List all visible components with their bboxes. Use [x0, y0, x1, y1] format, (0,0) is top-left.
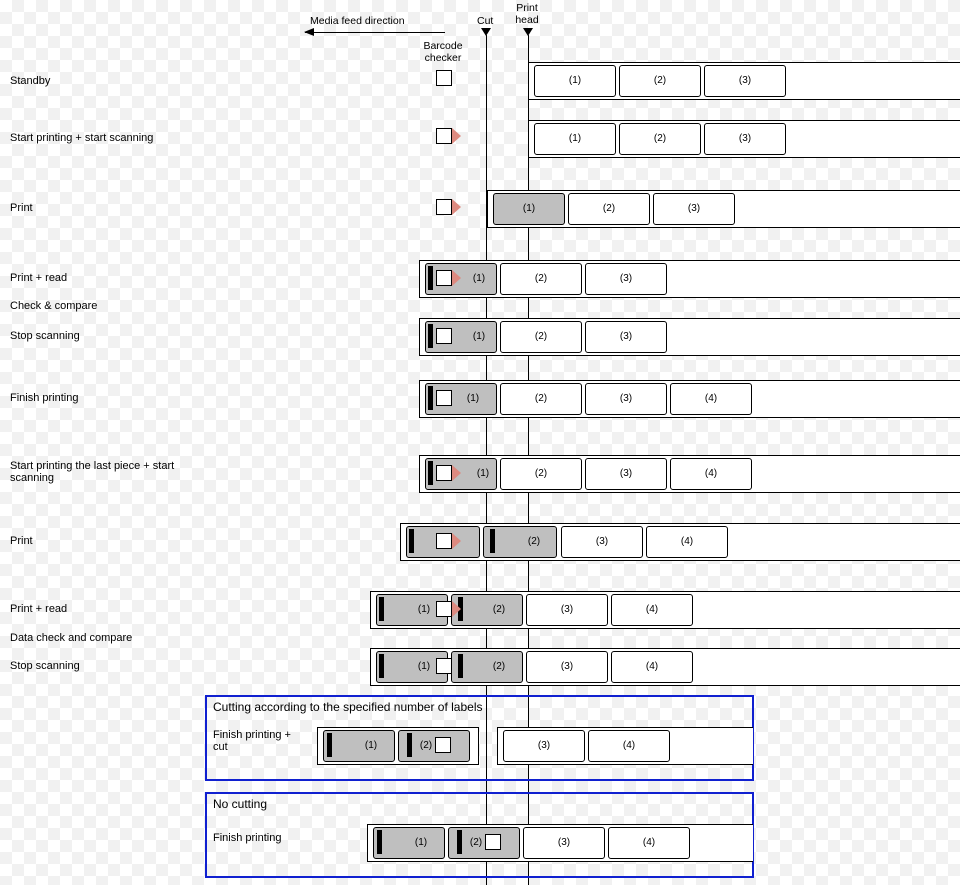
label-strip: (1) (2) (3) — [419, 318, 960, 356]
panel-cutting-title: Cutting according to the specified numbe… — [213, 700, 483, 714]
feed-direction-label: Media feed direction — [310, 15, 405, 27]
barcode-icon — [379, 597, 384, 621]
panel-nocut-title: No cutting — [213, 797, 267, 811]
label-cell: (1) — [534, 65, 616, 97]
feed-direction-arrow — [305, 32, 445, 33]
row-label-stop-scanning-2: Stop scanning — [10, 660, 240, 672]
label-cell: (4) — [646, 526, 728, 558]
checker-icon — [436, 328, 452, 344]
barcode-icon — [407, 733, 412, 757]
barcode-icon — [457, 830, 462, 854]
row-label-stop-scanning: Stop scanning — [10, 330, 240, 342]
label-strip: (3) (4) — [497, 727, 753, 765]
row-label-finish-printing: Finish printing — [10, 392, 240, 404]
label-cell: (3) — [704, 123, 786, 155]
row-label-data-check: Data check and compare — [10, 632, 240, 644]
label-strip: (1) (2) (3) (4) — [419, 455, 960, 493]
label-strip-cut: (1) (2) — [317, 727, 479, 765]
barcode-icon — [428, 324, 433, 348]
scanner-active-icon — [452, 270, 461, 286]
label-cell: (3) — [503, 730, 585, 762]
checker-icon — [436, 199, 452, 215]
label-cell: (3) — [526, 594, 608, 626]
panel-cutting: Cutting according to the specified numbe… — [205, 695, 754, 781]
label-strip: (2) (3) (4) — [400, 523, 960, 561]
checker-icon — [436, 128, 452, 144]
label-cell: (4) — [670, 458, 752, 490]
label-cell: (4) — [588, 730, 670, 762]
barcode-checker-label: Barcode checker — [418, 40, 468, 64]
barcode-icon — [379, 654, 384, 678]
row-label-print-read-2: Print + read — [10, 603, 240, 615]
cut-label: Cut — [477, 15, 493, 27]
row-label-check-compare: Check & compare — [10, 300, 240, 312]
label-strip: (1) (2) (3) — [419, 260, 960, 298]
label-cell: (4) — [611, 594, 693, 626]
label-strip: (1) (2) (3) — [528, 62, 960, 100]
label-cell: (1) — [534, 123, 616, 155]
label-strip: (1) (2) (3) (4) — [367, 824, 753, 862]
label-cell: (3) — [653, 193, 735, 225]
label-cell: (3) — [585, 321, 667, 353]
checker-icon — [436, 270, 452, 286]
checker-icon — [436, 390, 452, 406]
checker-icon — [436, 533, 452, 549]
checker-icon — [436, 465, 452, 481]
scanner-active-icon — [452, 128, 461, 144]
label-cell: (2) — [500, 321, 582, 353]
barcode-icon — [409, 529, 414, 553]
barcode-icon — [327, 733, 332, 757]
barcode-icon — [428, 461, 433, 485]
barcode-icon — [377, 830, 382, 854]
label-strip: (1) (2) (3) — [487, 190, 960, 228]
panel-nocut-row-label: Finish printing — [213, 832, 323, 844]
row-label-print: Print — [10, 202, 240, 214]
label-cell: (2) — [500, 263, 582, 295]
checker-icon — [436, 601, 452, 617]
checker-icon — [435, 737, 451, 753]
label-cell: (2) — [619, 65, 701, 97]
row-label-start-print-scan: Start printing + start scanning — [10, 132, 240, 144]
scanner-active-icon — [452, 199, 461, 215]
label-cell: (2) — [568, 193, 650, 225]
row-label-print-2: Print — [10, 535, 240, 547]
label-cell: (3) — [523, 827, 605, 859]
scanner-active-icon — [452, 465, 461, 481]
label-strip: (1) (2) (3) — [528, 120, 960, 158]
checker-icon — [436, 658, 452, 674]
label-cell: (3) — [526, 651, 608, 683]
scanner-active-icon — [452, 533, 461, 549]
checker-icon — [436, 70, 452, 86]
panel-cutting-row-label: Finish printing + cut — [213, 729, 303, 753]
label-strip: (1) (2) (3) (4) — [419, 380, 960, 418]
row-label-print-read: Print + read — [10, 272, 240, 284]
barcode-icon — [458, 654, 463, 678]
label-cell: (4) — [611, 651, 693, 683]
barcode-icon — [428, 266, 433, 290]
label-cell: (2) — [500, 458, 582, 490]
label-cell: (3) — [561, 526, 643, 558]
label-cell: (3) — [704, 65, 786, 97]
label-cell: (3) — [585, 263, 667, 295]
scanner-active-icon — [452, 601, 461, 617]
row-label-start-last: Start printing the last piece + start sc… — [10, 460, 220, 484]
label-cell: (3) — [585, 383, 667, 415]
row-label-standby: Standby — [10, 75, 240, 87]
diagram-canvas: Media feed direction Cut Print head Barc… — [190, 0, 960, 885]
label-cell-printed: (1) — [323, 730, 395, 762]
print-head-label: Print head — [512, 2, 542, 26]
label-cell: (4) — [670, 383, 752, 415]
panel-no-cutting: No cutting Finish printing (1) (2) (3) (… — [205, 792, 754, 878]
label-cell-printed: (1) — [373, 827, 445, 859]
label-cell: (4) — [608, 827, 690, 859]
barcode-icon — [490, 529, 495, 553]
checker-icon — [485, 834, 501, 850]
label-cell-printed: (1) — [493, 193, 565, 225]
label-cell: (3) — [585, 458, 667, 490]
barcode-icon — [428, 386, 433, 410]
label-cell: (2) — [619, 123, 701, 155]
label-cell: (2) — [500, 383, 582, 415]
